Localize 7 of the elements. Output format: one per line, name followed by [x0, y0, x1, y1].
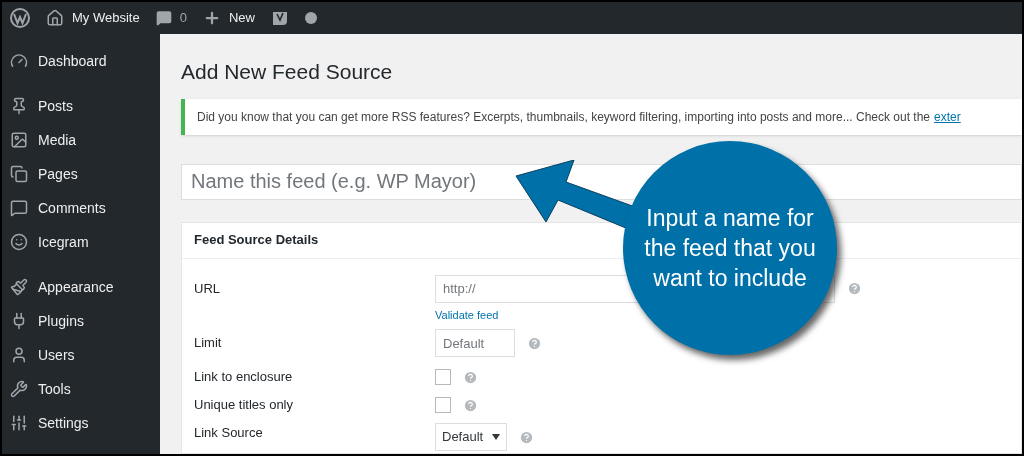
- field-label: Link Source: [194, 424, 264, 442]
- page-title: Add New Feed Source: [181, 59, 394, 85]
- field-label: Link to enclosure: [194, 368, 294, 386]
- field-label: URL: [194, 279, 221, 298]
- field-label: Unique titles only: [194, 396, 294, 414]
- field-label: Limit: [194, 334, 223, 352]
- notice-text: Did you know that you can get more RSS features? Excerpts, thumbnails, keyword filtering, importing into posts and more... Check out the: [197, 108, 931, 126]
